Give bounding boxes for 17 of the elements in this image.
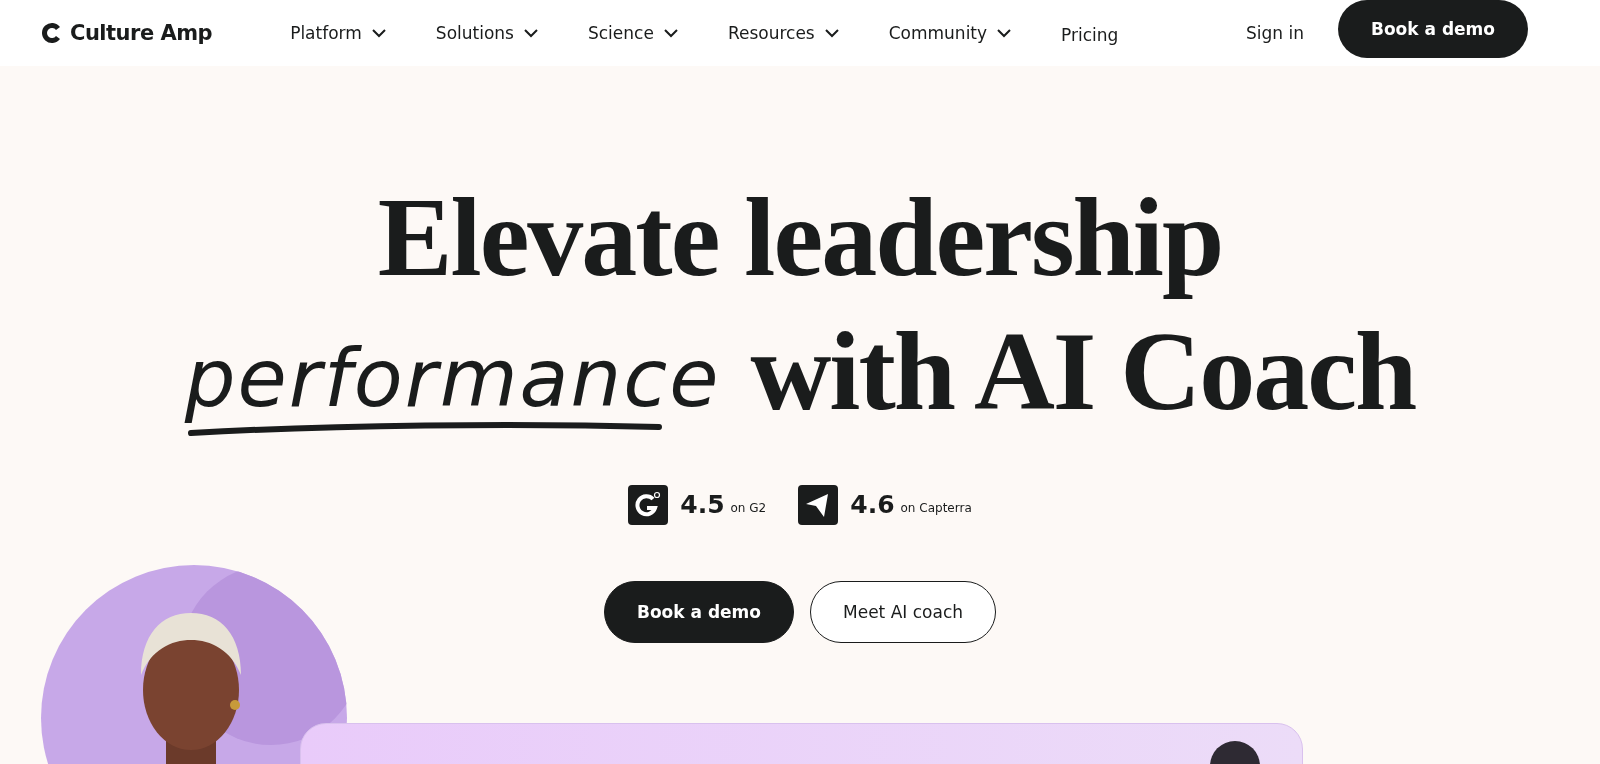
logo-text[interactable]: Culture Amp: [70, 21, 213, 45]
rating-score: 4.5: [680, 490, 725, 520]
sign-in-link[interactable]: Sign in: [1246, 23, 1304, 43]
nav-menu-item[interactable]: Solutions: [435, 23, 538, 43]
rating-source: on Capterra: [900, 500, 972, 515]
rating-score: 4.6: [850, 490, 895, 520]
nav-menu-item[interactable]: Community: [888, 23, 1012, 43]
book-demo-button[interactable]: Book a demo: [604, 580, 794, 643]
meet-coach-button[interactable]: Meet AI coach: [810, 580, 996, 643]
nav-link[interactable]: Pricing: [1061, 25, 1119, 45]
headline-text: Elevate leadership: [377, 174, 1223, 301]
headline-text: with AI Coach: [750, 308, 1416, 436]
nav-menu-item[interactable]: Resources: [727, 23, 839, 43]
nav-menu-item[interactable]: Platform: [290, 23, 386, 43]
book-demo-button[interactable]: Book a demo: [1337, 0, 1528, 58]
rating-source: on G2: [730, 500, 767, 515]
nav-menu-item[interactable]: Science: [587, 23, 678, 43]
